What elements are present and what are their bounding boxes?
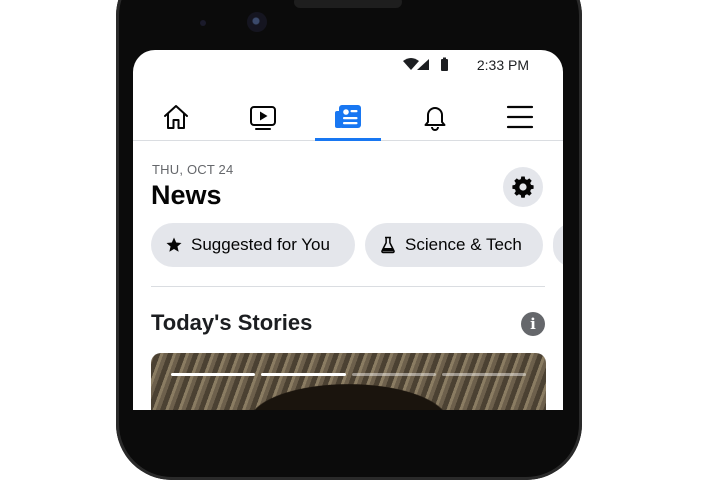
section-title: Today's Stories (151, 310, 313, 335)
front-camera (247, 12, 267, 32)
signal-icon (417, 59, 429, 70)
status-icons (403, 57, 448, 71)
home-icon (164, 105, 188, 129)
date-label: THU, OCT 24 (152, 162, 234, 177)
top-nav-bar (133, 94, 563, 141)
wifi-icon (403, 58, 419, 70)
info-icon[interactable]: i (521, 312, 545, 336)
status-bar: 2:33 PM (133, 50, 563, 80)
tab-menu[interactable] (485, 94, 555, 140)
settings-button[interactable] (503, 167, 543, 207)
phone-speaker (294, 0, 402, 8)
bell-icon (424, 107, 446, 131)
tab-news[interactable] (313, 94, 383, 141)
gear-icon (512, 176, 534, 198)
story-progress (171, 373, 526, 376)
status-time: 2:33 PM (476, 57, 529, 73)
story-progress-segment (351, 373, 436, 376)
app-screen: 2:33 PM THU, OCT 24 News Suggested for Y… (133, 50, 563, 410)
hamburger-menu-icon (506, 105, 534, 129)
star-icon (166, 237, 182, 252)
flask-icon (381, 236, 395, 254)
chip-more[interactable] (553, 223, 563, 267)
tab-notifications[interactable] (400, 94, 470, 140)
video-play-icon (250, 106, 276, 130)
chip-suggested-for-you[interactable]: Suggested for You (151, 223, 355, 267)
phone-sensor (200, 20, 206, 26)
story-progress-segment (441, 373, 526, 376)
story-card[interactable] (151, 353, 546, 410)
page-title: News (151, 180, 222, 210)
story-progress-segment (171, 373, 256, 376)
story-progress-segment (261, 373, 346, 376)
section-divider (151, 286, 545, 287)
chip-label: Suggested for You (191, 235, 330, 254)
battery-icon (441, 59, 448, 71)
chip-label: Science & Tech (405, 235, 522, 254)
tab-home[interactable] (141, 94, 211, 140)
chip-science-tech[interactable]: Science & Tech (365, 223, 543, 267)
tab-watch[interactable] (228, 94, 298, 140)
news-icon (335, 105, 361, 128)
